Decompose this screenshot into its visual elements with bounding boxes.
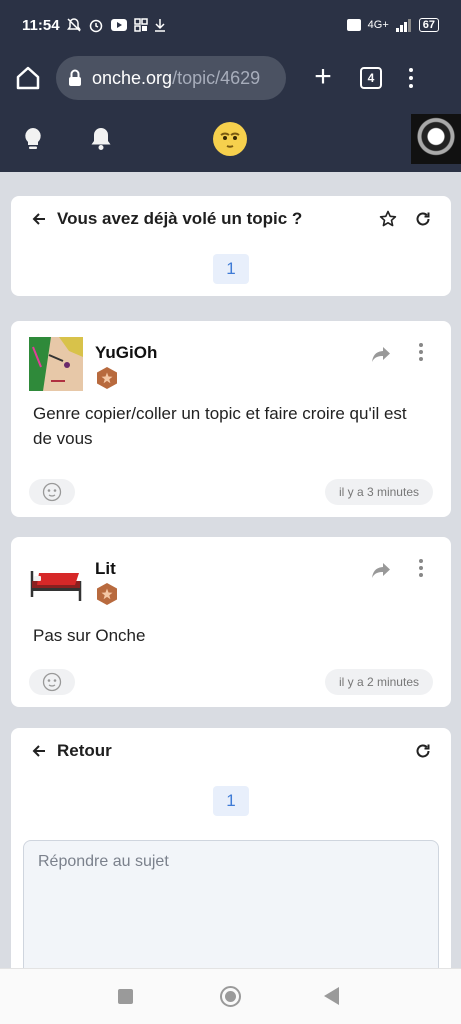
recents-button[interactable] [118,989,133,1004]
post-content: Pas sur Onche [33,626,146,645]
battery-level: 67 [418,18,439,32]
author-name[interactable]: YuGiOh [95,343,157,363]
system-icons: 4G+ 67 [346,18,439,32]
star-icon[interactable] [379,210,397,228]
topic-header-card: Vous avez déjà volé un topic ? 1 [11,196,451,296]
smiley-icon [42,482,62,502]
pagination-page[interactable]: 1 [213,786,249,816]
reaction-button[interactable] [29,479,75,505]
reply-textarea[interactable]: Répondre au sujet [23,840,439,980]
share-icon[interactable] [371,345,391,363]
post-timestamp[interactable]: il y a 2 minutes [324,669,433,695]
download-icon [154,19,165,32]
user-avatar[interactable] [411,114,461,164]
home-button[interactable] [12,62,44,94]
refresh-icon[interactable] [415,211,431,227]
notification-icons [66,17,166,33]
youtube-icon [110,19,127,31]
volte-icon [346,19,361,31]
author-avatar[interactable] [29,337,83,391]
reply-card: Retour 1 Répondre au sujet [11,728,451,988]
post-content: Genre copier/coller un topic et faire cr… [33,404,407,448]
post-card: YuGiOh Genre copier/coller un topic et f… [11,321,451,517]
topic-title-row: Vous avez déjà volé un topic ? [11,196,451,242]
lightbulb-icon[interactable] [22,126,44,152]
browser-menu-button[interactable] [406,68,416,88]
author-name[interactable]: Lit [95,559,116,579]
bell-icon[interactable] [90,126,112,152]
new-tab-button[interactable]: + [308,62,338,93]
network-type: 4G+ [367,19,389,31]
rank-badge-icon [97,367,117,389]
browser-toolbar: onche.org/topic/4629 + 4 [0,50,461,106]
pagination-page[interactable]: 1 [213,254,249,284]
mute-icon [66,18,81,32]
app-grid-icon [133,18,148,32]
reply-title-row: Retour [11,728,451,774]
onche-logo-icon[interactable] [212,121,248,157]
smiley-icon [42,672,62,692]
share-icon[interactable] [371,561,391,579]
signal-icon [395,19,411,32]
url-host: onche.org [92,67,173,88]
alarm-icon [89,19,102,33]
address-bar[interactable]: onche.org/topic/4629 [56,56,286,100]
status-time: 11:54 [22,16,60,34]
refresh-icon[interactable] [415,743,431,759]
back-arrow-icon[interactable] [31,211,47,227]
home-icon [16,66,40,90]
back-link[interactable]: Retour [57,741,112,761]
status-bar: 11:54 4G+ 67 [0,0,461,50]
topic-title: Vous avez déjà volé un topic ? [57,209,303,228]
rank-badge-icon [97,583,117,605]
post-menu-button[interactable] [419,559,423,577]
home-nav-button[interactable] [220,986,241,1007]
back-arrow-icon[interactable] [31,743,47,759]
post-menu-button[interactable] [419,343,423,361]
reaction-button[interactable] [29,669,75,695]
tab-switcher-button[interactable]: 4 [360,67,382,89]
site-header [0,106,461,172]
system-nav-bar [0,968,461,1024]
post-card: Lit Pas sur Onche il y a 2 minutes [11,537,451,707]
url-path: /topic/4629 [172,67,261,88]
back-nav-button[interactable] [324,987,339,1005]
post-timestamp[interactable]: il y a 3 minutes [324,479,433,505]
lock-icon [69,69,81,86]
author-avatar[interactable] [29,557,83,611]
